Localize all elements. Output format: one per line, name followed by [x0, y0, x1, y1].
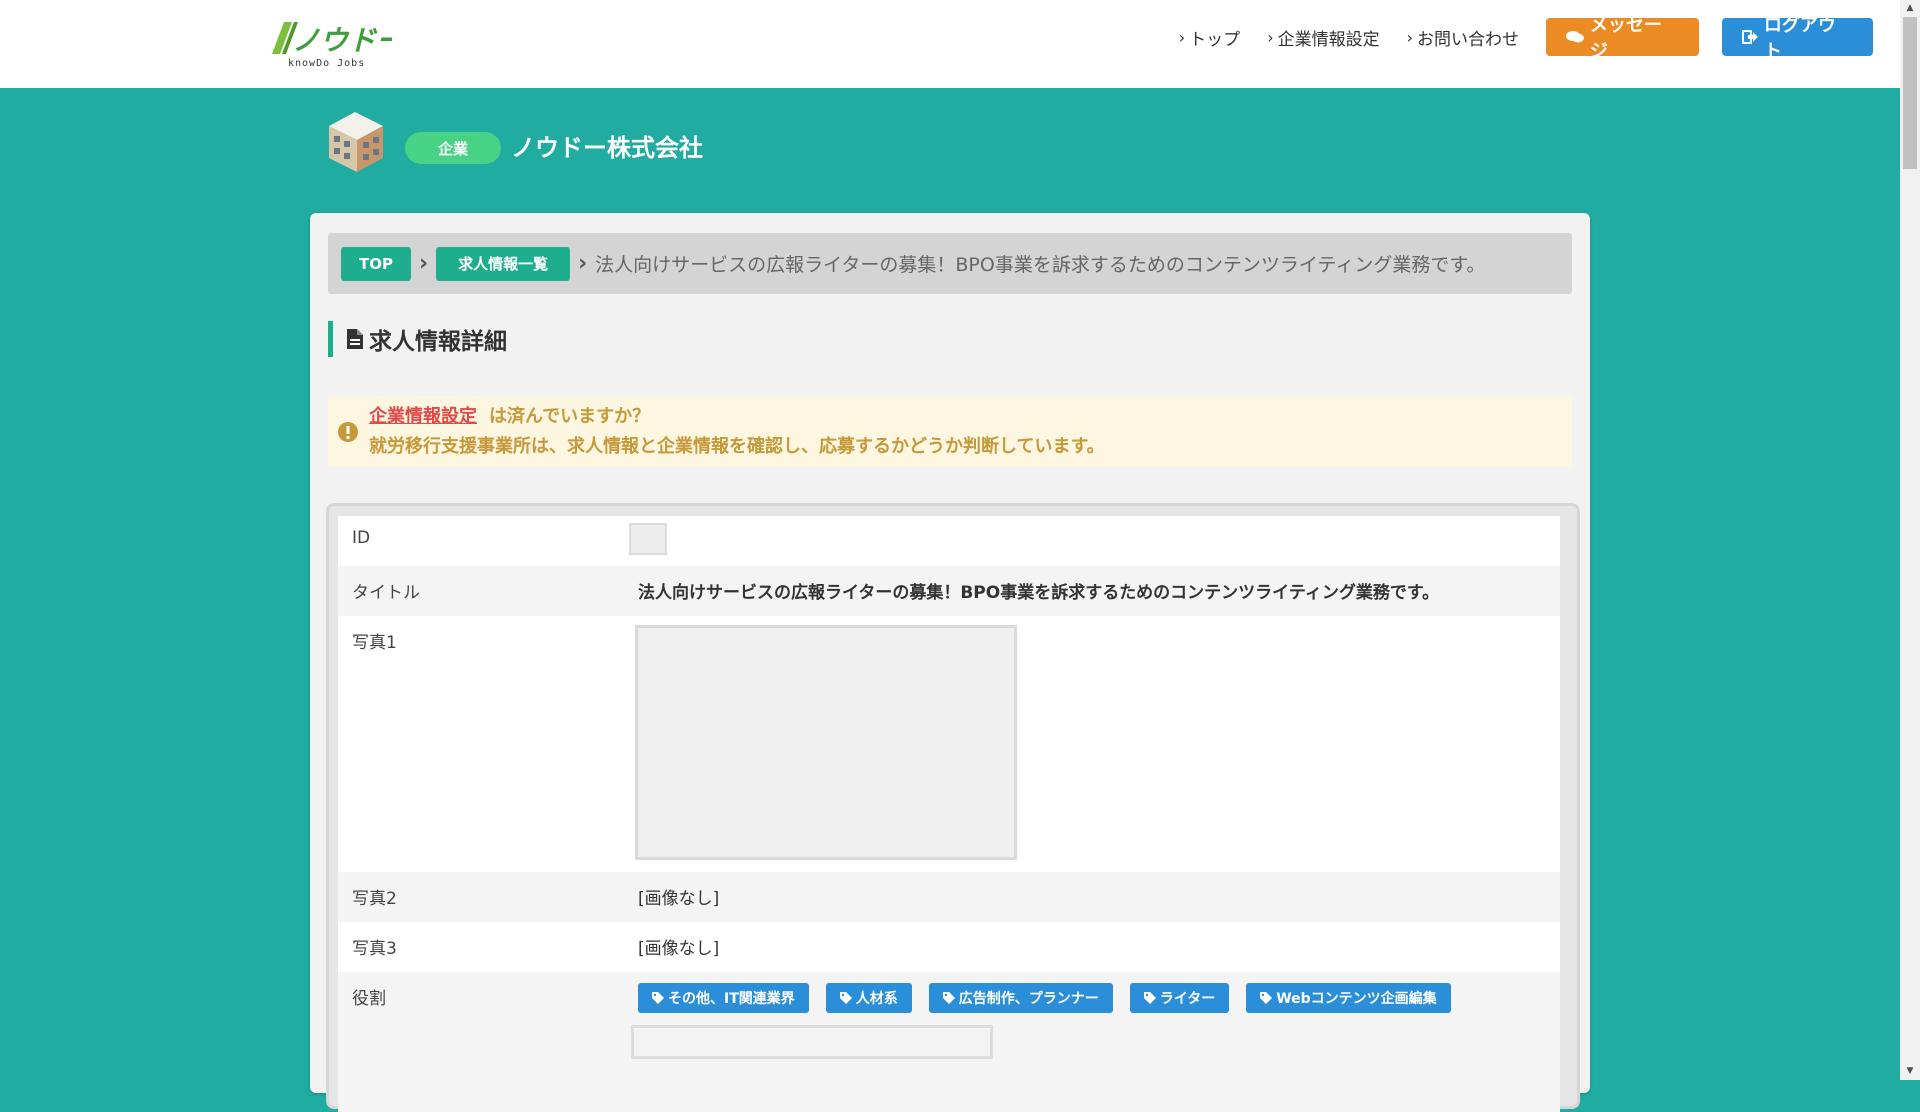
table-row: 写真3 [画像なし] [338, 922, 1560, 972]
role-tag-label: ライター [1159, 991, 1216, 1007]
role-tag[interactable]: ライター [1129, 983, 1230, 1013]
chevron-right-icon: › [578, 251, 588, 276]
nav-link-label: お問い合わせ [1417, 29, 1519, 50]
row-label-photo2: 写真2 [352, 889, 397, 909]
company-header: 企業 ノウドー株式会社 [325, 104, 703, 174]
role-tag[interactable]: 人材系 [825, 983, 912, 1013]
role-tag[interactable]: その他、IT関連業界 [638, 983, 809, 1013]
chevron-right-icon: › [419, 251, 429, 276]
comments-icon [1566, 31, 1584, 43]
role-tag-label: その他、IT関連業界 [668, 991, 795, 1007]
table-row: ID [338, 516, 1560, 566]
chevron-right-icon: › [1178, 27, 1186, 47]
breadcrumb-current: 法人向けサービスの広報ライターの募集！BPO事業を訴求するためのコンテンツライテ… [595, 254, 1486, 276]
svg-text:ノウドー: ノウドー [292, 25, 392, 56]
table-row: 写真1 [338, 616, 1560, 872]
alert-line2: 就労移行支援事業所は、求人情報と企業情報を確認し、応募するかどうか判断しています… [369, 435, 1105, 457]
logout-button[interactable]: ログアウト [1722, 15, 1873, 62]
breadcrumb-top-link[interactable]: TOP [341, 246, 411, 281]
tag-icon [942, 992, 955, 1004]
breadcrumb: TOP › 求人情報一覧 › 法人向けサービスの広報ライターの募集！BPO事業を… [328, 233, 1572, 294]
role-tag[interactable]: 広告制作、プランナー [928, 983, 1113, 1013]
section-title-text: 求人情報詳細 [369, 329, 507, 355]
tag-icon [1143, 992, 1156, 1004]
logout-button-label: ログアウト [1763, 15, 1836, 62]
scroll-down-arrow-icon[interactable]: ▼ [1900, 1063, 1920, 1080]
exclamation-circle-icon [338, 421, 358, 442]
document-icon [347, 329, 363, 349]
row-value-title: 法人向けサービスの広報ライターの募集！BPO事業を訴求するためのコンテンツライテ… [638, 583, 1440, 603]
row-value-photo1 [635, 616, 1560, 872]
role-tag[interactable]: Webコンテンツ企画編集 [1246, 983, 1451, 1013]
row-value-photo2: [画像なし] [638, 889, 720, 909]
logo-subtitle: knowDo Jobs [288, 58, 366, 69]
tag-icon [1260, 992, 1273, 1004]
top-header: ノウドー knowDo Jobs › トップ › 企業情報設定 › お問い合わせ… [0, 0, 1900, 88]
table-row: タイトル 法人向けサービスの広報ライターの募集！BPO事業を訴求するためのコンテ… [338, 566, 1560, 616]
row-value-role: その他、IT関連業界 人材系 広告制作、プランナー ライター Webコンテンツ企… [631, 972, 1560, 1112]
role-tag-label: Webコンテンツ企画編集 [1276, 991, 1437, 1007]
tag-icon [652, 992, 664, 1004]
company-settings-link[interactable]: 企業情報設定 [369, 406, 477, 427]
company-name: ノウドー株式会社 [511, 133, 703, 162]
role-tag-label: 人材系 [855, 991, 898, 1007]
nav-link-contact[interactable]: › お問い合わせ [1407, 25, 1519, 50]
settings-alert: 企業情報設定 は済んでいますか？ 就労移行支援事業所は、求人情報と企業情報を確認し… [328, 396, 1572, 467]
role-tag-list: その他、IT関連業界 人材系 広告制作、プランナー ライター Webコンテンツ企… [638, 983, 1560, 1013]
message-button-label: メッセージ [1589, 15, 1662, 62]
row-label-role: 役割 [352, 989, 386, 1009]
chevron-right-icon: › [1267, 27, 1274, 47]
scroll-thumb[interactable] [1903, 17, 1917, 169]
nav-link-top[interactable]: › トップ [1179, 25, 1240, 50]
job-detail-table-wrapper: ID タイトル 法人向けサービスの広報ライターの募集！BPO事業を訴求するための… [326, 503, 1580, 1112]
page-scrollbar[interactable]: ▲ ▼ [1900, 0, 1920, 1080]
role-empty-box [631, 1025, 993, 1059]
row-value-id [629, 516, 1560, 566]
scroll-up-arrow-icon[interactable]: ▲ [1900, 0, 1920, 17]
building-icon [329, 112, 383, 172]
table-row: 写真2 [画像なし] [338, 872, 1560, 922]
chevron-right-icon: › [1406, 27, 1413, 47]
row-label-id: ID [352, 528, 371, 548]
sign-out-icon [1742, 30, 1758, 44]
row-label-photo1: 写真1 [352, 633, 397, 653]
nav-link-label: 企業情報設定 [1277, 29, 1380, 50]
id-value-box [629, 523, 667, 555]
nav-link-label: トップ [1189, 29, 1241, 50]
logo-mark-icon: ノウドー [272, 22, 405, 56]
table-row: 役割 その他、IT関連業界 人材系 広告制作、プランナー ライター Webコンテ… [338, 972, 1560, 1112]
company-type-badge: 企業 [405, 132, 501, 164]
breadcrumb-job-list-link[interactable]: 求人情報一覧 [436, 246, 571, 281]
job-detail-table: ID タイトル 法人向けサービスの広報ライターの募集！BPO事業を訴求するための… [338, 516, 1560, 1112]
role-tag-label: 広告制作、プランナー [958, 991, 1099, 1007]
tag-icon [839, 992, 852, 1004]
nav-link-company-settings[interactable]: › 企業情報設定 [1267, 25, 1379, 50]
row-label-photo3: 写真3 [352, 939, 397, 959]
main-nav: › トップ › 企業情報設定 › お問い合わせ メッセージ ログアウト [1179, 15, 1873, 62]
site-logo[interactable]: ノウドー knowDo Jobs [262, 18, 405, 70]
row-label-title: タイトル [352, 583, 420, 603]
section-title: 求人情報詳細 [328, 321, 507, 357]
row-value-photo3: [画像なし] [638, 939, 720, 959]
alert-text: 企業情報設定 は済んでいますか？ 就労移行支援事業所は、求人情報と企業情報を確認し… [369, 402, 1105, 462]
alert-line1: は済んでいますか？ [489, 405, 651, 427]
photo1-image-placeholder [635, 625, 1017, 860]
main-panel: TOP › 求人情報一覧 › 法人向けサービスの広報ライターの募集！BPO事業を… [310, 213, 1590, 1112]
message-button[interactable]: メッセージ [1546, 15, 1699, 62]
